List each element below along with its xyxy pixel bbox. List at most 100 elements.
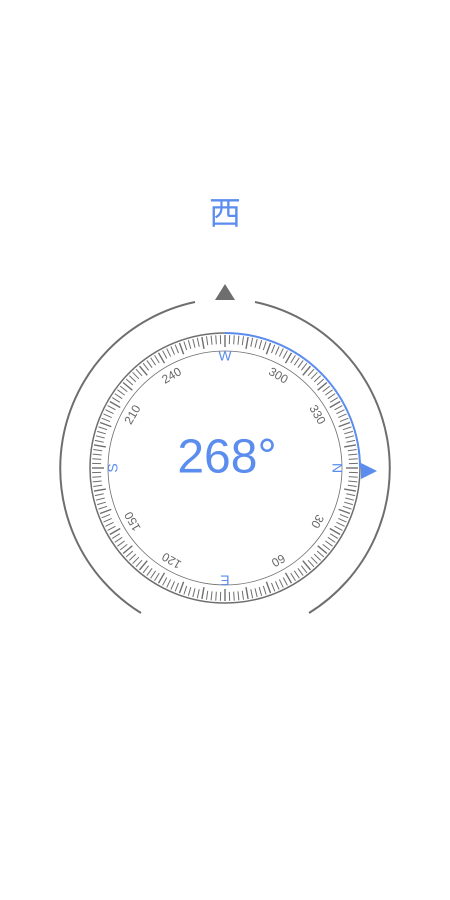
dial-tick — [183, 585, 188, 595]
dial-tick — [241, 336, 245, 346]
degree-label: 240 — [159, 364, 184, 386]
dial-tick — [262, 585, 267, 595]
dial-tick — [210, 591, 213, 601]
dial-tick — [132, 371, 140, 380]
dial-tick — [95, 497, 105, 501]
dial-tick — [338, 421, 351, 428]
dial-tick — [345, 435, 355, 439]
dial-tick — [157, 572, 166, 584]
dial-tick — [310, 556, 318, 565]
dial-tick — [290, 572, 296, 582]
dial-tick — [98, 426, 108, 431]
dial-tick — [154, 354, 160, 364]
dial-tick — [336, 409, 345, 415]
dial-tick — [322, 385, 331, 393]
dial-tick — [93, 488, 106, 492]
dial-tick — [344, 430, 353, 435]
dial-tick — [183, 341, 188, 351]
dial-tick — [262, 341, 267, 351]
dial-tick — [293, 570, 300, 579]
dial-tick — [300, 565, 308, 574]
dial-tick — [97, 501, 106, 506]
dial-tick — [310, 371, 318, 380]
dial-tick — [146, 360, 153, 368]
heading-readout: 268° — [177, 431, 276, 484]
dial-tick — [97, 430, 106, 435]
dial-tick — [111, 397, 121, 403]
dial-tick — [282, 350, 288, 359]
dial-tick — [170, 581, 176, 590]
dial-tick — [162, 350, 168, 359]
dial-tick — [117, 389, 125, 396]
dial-tick — [250, 589, 254, 599]
dial-tick — [345, 497, 355, 501]
dial-tick — [135, 559, 143, 568]
dial-tick — [132, 556, 140, 565]
dial-tick — [107, 405, 116, 411]
dial-tick — [174, 344, 180, 354]
dial-tick — [233, 591, 235, 601]
dial-tick — [250, 337, 254, 347]
dial-tick — [344, 444, 357, 448]
dial-tick — [329, 533, 339, 539]
dial-tick — [215, 335, 217, 345]
dial-tick — [94, 493, 104, 497]
compass-screen: 西 W N E S 30 60 120 150 210 240 300 330 268° — [0, 0, 450, 900]
dial-tick — [142, 565, 150, 574]
dial-tick — [93, 448, 103, 452]
dial-tick — [339, 513, 349, 519]
dial-tick — [334, 405, 343, 411]
dial-tick — [119, 543, 128, 551]
dial-tick — [93, 444, 106, 448]
dial-tick — [92, 480, 102, 483]
dial-tick — [125, 378, 134, 386]
dial-tick — [201, 587, 205, 600]
dial-tick — [348, 458, 358, 460]
dial-tick — [342, 426, 352, 431]
degree-label: 210 — [121, 402, 143, 427]
dial-tick — [117, 540, 125, 547]
dial-tick — [316, 550, 325, 558]
dial-tick — [265, 581, 272, 594]
dial-tick — [196, 337, 200, 347]
dial-tick — [114, 393, 123, 400]
dial-tick — [103, 413, 112, 419]
dial-tick — [109, 527, 121, 536]
dial-tick — [307, 559, 315, 568]
dial-tick — [325, 540, 333, 547]
dial-tick — [109, 400, 121, 409]
dial-tick — [166, 348, 172, 357]
dial-tick — [325, 389, 333, 396]
dial-tick — [215, 591, 217, 601]
dial-tick — [170, 346, 176, 355]
dial-tick — [94, 439, 104, 443]
dial-tick — [192, 338, 196, 348]
cardinal-label-west: W — [218, 348, 232, 364]
cardinal-label-east: E — [220, 572, 229, 588]
dial-tick — [157, 352, 166, 364]
dial-tick — [201, 336, 205, 349]
dial-tick — [339, 417, 349, 423]
dial-tick — [278, 579, 284, 588]
dial-tick — [128, 375, 137, 383]
degree-label: 330 — [306, 402, 328, 427]
dial-tick — [98, 505, 108, 510]
dial-tick — [322, 543, 331, 551]
dial-tick — [265, 342, 272, 355]
dial-tick — [348, 453, 358, 456]
dial-tick — [300, 362, 308, 371]
dial-tick — [107, 525, 116, 531]
dial-tick — [99, 421, 112, 428]
dial-tick — [135, 368, 143, 377]
dial-tick — [293, 357, 300, 366]
dial-tick — [241, 590, 245, 600]
dial-tick — [282, 577, 288, 586]
dial-tick — [258, 340, 263, 349]
dial-tick — [290, 354, 296, 364]
cardinal-label-north: N — [329, 463, 345, 473]
dial-tick — [103, 517, 112, 523]
dial-tick — [111, 533, 121, 539]
dial-tick — [105, 521, 114, 527]
dial-tick — [237, 335, 240, 345]
dial-tick — [346, 493, 356, 497]
